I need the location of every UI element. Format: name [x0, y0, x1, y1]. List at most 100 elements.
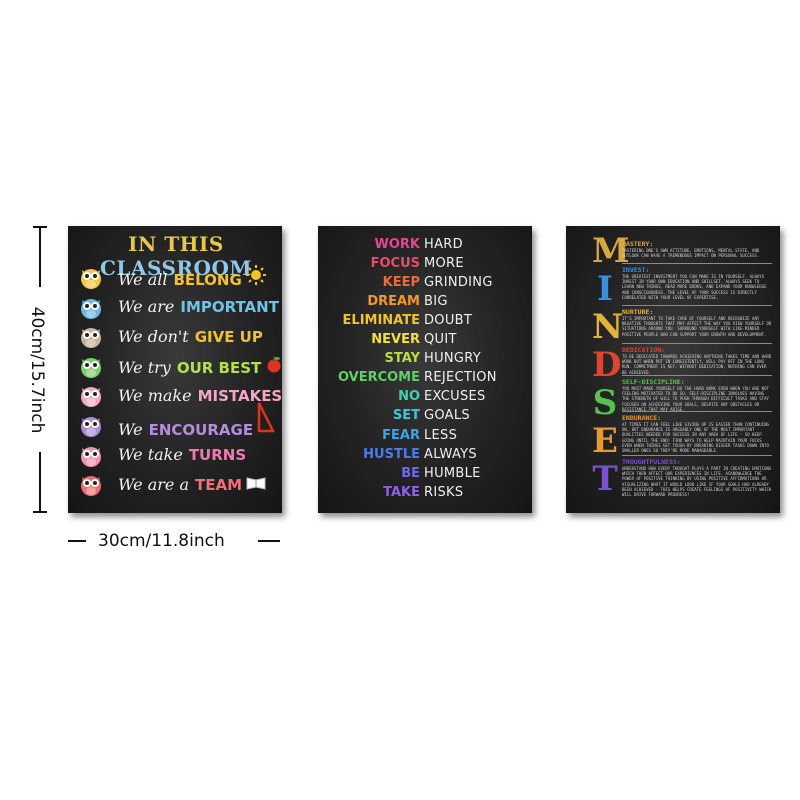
poster1-row-script: We are a — [118, 474, 189, 494]
mindset-section-body: UNDERSTAND HOW EVERY THOUGHT PLAYS A PAR… — [622, 466, 772, 498]
poster1-row-script: We don't — [118, 326, 189, 346]
poster2-row: HUSTLE ALWAYS — [318, 445, 532, 464]
poster1-row: We are a TEAM — [78, 470, 278, 498]
poster1-row-script: We — [118, 420, 143, 439]
poster1-row: We are IMPORTANT — [78, 293, 279, 321]
poster-work-hard: WORK HARD FOCUS MORE KEEP GRINDING DREAM BIG ELI… — [318, 226, 532, 513]
poster2-row: NO EXCUSES — [318, 387, 532, 406]
poster2-row: OVERCOME REJECTION — [318, 368, 532, 387]
poster2-row-keyword: KEEP — [382, 275, 420, 291]
mindset-section-heading: INVEST: — [622, 266, 650, 274]
poster1-row-word: IMPORTANT — [180, 298, 279, 317]
poster2-row-keyword: OVERCOME — [337, 370, 420, 386]
poster2-row-word: EXCUSES — [424, 389, 486, 405]
mindset-section: ENDURANCE: AT TIMES IT CAN FEEL LIKE GIVI… — [622, 414, 772, 453]
poster2-row-word: HARD — [424, 237, 463, 252]
owl-icon — [78, 382, 104, 408]
mindset-section-heading: THOUGHTFULNESS: — [622, 458, 681, 466]
poster2-row-word: ALWAYS — [424, 446, 477, 462]
poster-in-this-classroom: IN THIS CLASSROOM We all BELONG We are IMPO… — [68, 226, 282, 513]
poster1-row-script: We make — [118, 385, 192, 405]
poster2-row-keyword: STAY — [384, 351, 420, 367]
poster2-row-keyword: HUSTLE — [363, 446, 420, 462]
poster2-row-keyword: TAKE — [383, 484, 420, 500]
mindset-section-heading: ENDURANCE: — [622, 414, 662, 422]
poster1-row-script: We are — [118, 297, 175, 317]
mindset-section-heading: DEDICATION: — [622, 346, 666, 354]
poster2-row-keyword: DREAM — [367, 294, 420, 310]
poster2-row-word: RISKS — [424, 484, 464, 500]
mindset-letter: M — [592, 231, 630, 271]
poster1-row: We don't GIVE UP — [78, 322, 278, 350]
mindset-letter: N — [592, 307, 624, 347]
owl-icon — [78, 412, 104, 438]
poster2-row-word: LESS — [424, 427, 458, 443]
poster2-row-keyword: NEVER — [371, 332, 420, 348]
section-divider — [622, 375, 772, 376]
section-divider — [622, 305, 772, 306]
poster2-row: DREAM BIG — [318, 292, 532, 311]
owl-icon — [78, 442, 104, 468]
mindset-section-body: THE GREATEST INVESTMENT YOU CAN MAKE IS … — [622, 274, 767, 300]
poster1-row-word: TEAM — [194, 475, 242, 494]
poster1-row: We take TURNS — [78, 441, 278, 469]
poster1-row-script: We take — [118, 445, 183, 465]
poster2-row-keyword: WORK — [374, 237, 420, 252]
mindset-letter: E — [592, 421, 618, 461]
apple-icon — [265, 355, 283, 377]
poster2-row: FOCUS MORE — [318, 254, 532, 273]
book-icon — [246, 475, 266, 494]
mindset-section-body: TO BE DEDICATED TOWARDS ACHIEVING ANYTHI… — [622, 354, 772, 375]
mindset-section: MASTERY: MASTERING ONE'S OWN ATTITUDE, EM… — [622, 240, 772, 258]
width-marker-line-right — [258, 540, 280, 542]
poster2-row: ELIMINATE DOUBT — [318, 311, 532, 330]
mindset-section-heading: MASTERY: — [622, 240, 654, 248]
poster2-row: BE HUMBLE — [318, 464, 532, 483]
section-divider — [622, 411, 772, 412]
poster2-row-word: MORE — [424, 256, 464, 272]
mindset-section-heading: SELF-DISCIPLINE: — [622, 378, 685, 386]
mindset-section-body: YOU MUST MAKE YOURSELF DO THE HARD WORK … — [622, 386, 769, 412]
poster2-row-word: BIG — [424, 294, 448, 310]
mindset-section: NURTURE: IT'S IMPORTANT TO TAKE CARE OF Y… — [622, 308, 772, 337]
poster1-row-word: OUR BEST — [176, 358, 262, 377]
poster2-row-word: QUIT — [424, 332, 457, 348]
poster2-row-keyword: SET — [392, 408, 420, 424]
poster1-row: We try OUR BEST — [78, 352, 281, 380]
poster2-row-keyword: ELIMINATE — [342, 313, 420, 329]
section-divider — [622, 343, 772, 344]
poster2-row: FEAR LESS — [318, 426, 532, 445]
mindset-section: INVEST: THE GREATEST INVESTMENT YOU CAN M… — [622, 266, 772, 300]
poster2-row-keyword: FEAR — [382, 427, 420, 443]
mindset-section-body: MASTERING ONE'S OWN ATTITUDE, EMOTIONS, … — [622, 248, 760, 259]
poster1-row-word: GIVE UP — [194, 327, 263, 346]
sun-icon — [245, 265, 266, 289]
poster1-title-part: IN THIS — [128, 232, 224, 256]
poster1-row-script: We try — [118, 357, 171, 377]
width-label: 30cm/11.8inch — [98, 531, 225, 551]
mindset-section-body: IT'S IMPORTANT TO TAKE CARE OF YOURSELF … — [622, 316, 772, 337]
mindset-letter: I — [597, 269, 613, 309]
owl-icon — [78, 323, 104, 349]
mindset-section: SELF-DISCIPLINE: YOU MUST MAKE YOURSELF D… — [622, 378, 772, 412]
owl-icon — [78, 353, 104, 379]
poster1-row-word: BELONG — [173, 271, 242, 289]
owl-icon — [78, 294, 104, 320]
poster2-row-keyword: NO — [398, 389, 420, 405]
poster2-row-keyword: BE — [401, 465, 420, 481]
width-marker-line-left — [68, 540, 86, 542]
poster1-row: We all BELONG — [78, 263, 278, 291]
poster2-row-word: GRINDING — [424, 275, 493, 291]
poster2-row: TAKE RISKS — [318, 483, 532, 502]
poster2-row-word: HUMBLE — [424, 465, 481, 481]
mindset-letter: T — [592, 459, 618, 499]
mindset-letter: D — [592, 345, 622, 385]
owl-icon — [78, 471, 104, 497]
section-divider — [622, 455, 772, 456]
poster2-row: SET GOALS — [318, 406, 532, 425]
poster2-row-word: GOALS — [424, 408, 470, 424]
mindset-section: THOUGHTFULNESS: UNDERSTAND HOW EVERY THOU… — [622, 458, 772, 497]
poster1-row: We ENCOURAGE — [78, 402, 278, 439]
poster2-row: NEVER QUIT — [318, 330, 532, 349]
owl-icon — [78, 264, 104, 290]
